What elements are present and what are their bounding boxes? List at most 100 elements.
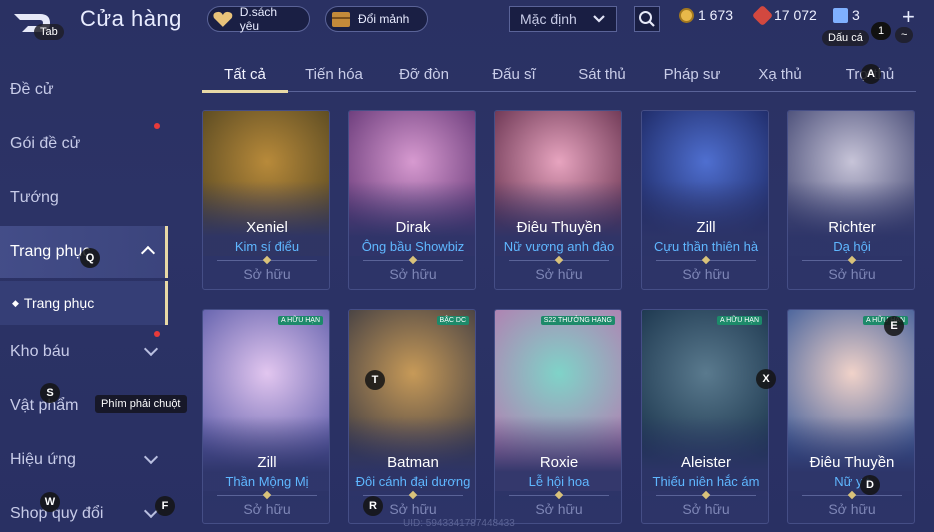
sidebar-item-effects[interactable]: Hiệu ứng: [0, 434, 168, 486]
rarity-tag: A HỮU HẠN: [716, 316, 762, 325]
rarity-tag: A HỮU HẠN: [277, 316, 323, 325]
skin-card[interactable]: Điêu Thuyền Nữ vương anh đào Sở hữu: [494, 110, 622, 290]
notification-dot: [154, 123, 160, 129]
key-hint-x: X: [756, 369, 776, 389]
chevron-down-icon: [593, 15, 605, 23]
chevron-down-icon: [143, 449, 159, 465]
tab-mage[interactable]: Pháp sư: [654, 66, 730, 83]
exchange-fragments-button[interactable]: Đổi mảnh: [325, 6, 428, 32]
user-id: UID: 5943341787448433: [403, 518, 515, 529]
add-currency-button[interactable]: +: [902, 4, 915, 30]
key-hint-w: W: [40, 492, 60, 512]
wishlist-label: D.sách yêu: [239, 5, 278, 33]
voucher-amount: 17 072: [774, 7, 817, 23]
owned-status: Sở hữu: [535, 266, 583, 282]
search-button[interactable]: [634, 6, 660, 32]
owned-status: Sở hữu: [682, 501, 730, 517]
hero-name: Điêu Thuyền: [809, 454, 895, 471]
skin-card[interactable]: Roxie Lễ hội hoa Sở hữu S22 THƯỞNG HẠNG: [494, 309, 622, 524]
search-icon: [639, 11, 655, 27]
sidebar-subitem-skins[interactable]: ◆ Trang phục: [0, 281, 168, 325]
tab-marksman[interactable]: Xạ thủ: [742, 66, 818, 83]
page-title: Cửa hàng: [80, 6, 182, 31]
key-hint-a: A: [861, 64, 881, 84]
skin-name: Đôi cánh đại dương: [355, 474, 471, 489]
skin-name: Lễ hội hoa: [528, 474, 590, 489]
skin-card[interactable]: Aleister Thiếu niên hắc ám Sở hữu A HỮU H…: [641, 309, 769, 524]
chevron-up-icon: [140, 245, 156, 261]
hero-name: Aleister: [680, 454, 732, 471]
vouchers-currency: 17 072: [751, 4, 817, 26]
sort-selected-value: Mặc định: [520, 11, 577, 27]
bullet-icon: ◆: [12, 297, 19, 308]
sidebar-item-treasure[interactable]: Kho báu: [0, 326, 168, 378]
gold-coin-icon: [679, 7, 694, 23]
rarity-tag: S22 THƯỞNG HẠNG: [540, 316, 615, 325]
skin-card[interactable]: Zill Cựu thần thiên hà Sở hữu: [641, 110, 769, 290]
gold-amount: 1 673: [698, 7, 734, 23]
tab-assassin[interactable]: Sát thủ: [564, 66, 640, 83]
owned-status: Sở hữu: [828, 501, 876, 517]
card-icon: [833, 7, 848, 23]
sidebar-item-label: Kho báu: [10, 343, 70, 360]
tab-tank[interactable]: Đỡ đòn: [386, 66, 462, 83]
owned-status: Sở hữu: [535, 501, 583, 517]
skin-name: Nữ y t: [834, 474, 870, 489]
skin-name: Cựu thần thiên hà: [653, 239, 759, 254]
sidebar-item-label: Trang phục: [10, 243, 91, 260]
hero-name: Batman: [387, 454, 439, 471]
dau-ca-hint: Dấu cá: [822, 30, 869, 46]
skin-card[interactable]: Zill Thần Mộng Mị Sở hữu A HỮU HẠN: [202, 309, 330, 524]
tab-evolution[interactable]: Tiến hóa: [296, 66, 372, 83]
skin-name: Ông bầu Showbiz: [361, 239, 465, 254]
skin-name: Thiếu niên hắc ám: [652, 474, 760, 489]
skin-card[interactable]: Batman Đôi cánh đại dương Sở hữu BẬC DC: [348, 309, 476, 524]
chest-icon: [332, 12, 350, 27]
hero-name: Dirak: [395, 219, 431, 236]
key-hint-f: F: [155, 496, 175, 516]
tab-all[interactable]: Tất cả: [202, 66, 288, 83]
skin-name: Kim sí điểu: [234, 239, 300, 254]
sidebar-item-label: Gói đề cử: [10, 135, 81, 152]
key-hint-r: R: [363, 496, 383, 516]
notification-dot: [154, 331, 160, 337]
tab-fighter[interactable]: Đấu sĩ: [476, 66, 552, 83]
card-currency: 3: [833, 7, 860, 23]
gold-currency: 1 673: [679, 7, 733, 23]
owned-status: Sở hữu: [682, 266, 730, 282]
exchange-label: Đổi mảnh: [358, 12, 410, 26]
sidebar-item-recommended[interactable]: Đề cử: [0, 64, 168, 116]
hero-name: Roxie: [539, 454, 579, 471]
sidebar-item-heroes[interactable]: Tướng: [0, 172, 168, 224]
sort-dropdown[interactable]: Mặc định: [509, 6, 617, 32]
hero-name: Zill: [696, 219, 716, 236]
hero-name: Xeniel: [246, 219, 288, 236]
sidebar-subitem-label: Trang phục: [23, 295, 95, 311]
owned-status: Sở hữu: [828, 266, 876, 282]
key-hint-e: E: [884, 316, 904, 336]
key-hint-t: T: [365, 370, 385, 390]
key-hint-d: D: [860, 475, 880, 495]
skin-card[interactable]: Richter Dạ hội Sở hữu: [787, 110, 915, 290]
voucher-gem-icon: [751, 4, 774, 26]
skin-name: Dạ hội: [833, 239, 871, 254]
skin-card[interactable]: Điêu Thuyền Nữ y t Sở hữuA HỮU HẠN: [787, 309, 915, 524]
active-tab-indicator: [202, 90, 288, 93]
owned-status: Sở hữu: [243, 501, 291, 517]
hero-name: Zill: [257, 454, 277, 471]
skin-name: Thần Mộng Mị: [225, 474, 309, 489]
owned-status: Sở hữu: [243, 266, 291, 282]
right-click-tooltip: Phím phải chuột: [95, 395, 187, 413]
key-hint-q: Q: [80, 248, 100, 268]
sidebar-item-exchange-shop[interactable]: Shop quy đổi: [0, 488, 168, 532]
sidebar-item-bundles[interactable]: Gói đề cử: [0, 118, 168, 170]
skin-card[interactable]: Dirak Ông bầu Showbiz Sở hữu: [348, 110, 476, 290]
hero-name: Richter: [828, 219, 876, 236]
card-amount: 3: [852, 7, 860, 23]
wishlist-button[interactable]: D.sách yêu: [207, 5, 310, 33]
heart-icon: [213, 11, 233, 27]
skin-card[interactable]: Xeniel Kim sí điểu Sở hữu: [202, 110, 330, 290]
sidebar-item-label: Tướng: [10, 189, 59, 206]
chevron-down-icon: [143, 341, 159, 357]
hero-name: Điêu Thuyền: [516, 219, 602, 236]
